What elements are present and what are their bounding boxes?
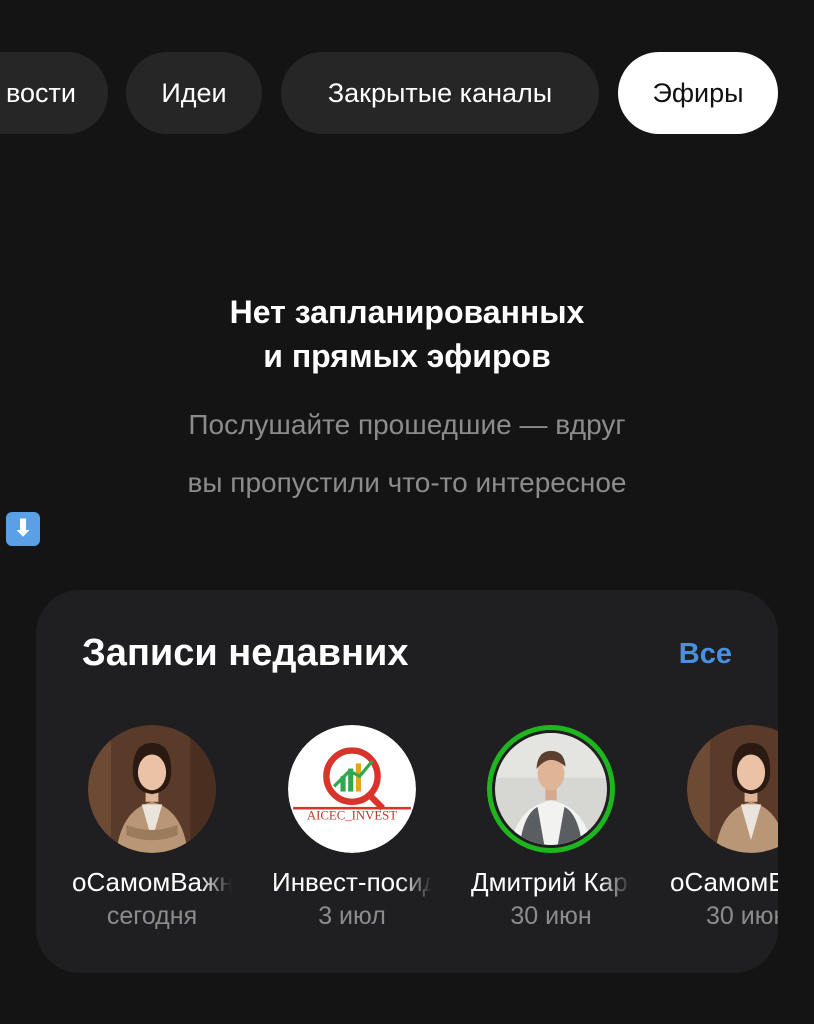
down-arrow-emoji-icon: ⬇ (6, 512, 40, 546)
see-all-link[interactable]: Все (679, 638, 732, 671)
avatar (88, 725, 216, 853)
recording-item[interactable]: оСамомВажном 30 июн (661, 725, 778, 931)
empty-title-line1: Нет запланированных (229, 294, 585, 330)
recording-date: 30 июн (510, 902, 592, 930)
recording-name: Инвест-посиделки (272, 867, 432, 897)
woman-portrait-icon (687, 725, 778, 853)
recording-date: 30 июн (706, 902, 778, 930)
avatar (687, 725, 778, 853)
tab-ideas[interactable]: Идеи (126, 52, 262, 134)
recording-name: оСамомВажном (670, 867, 778, 897)
man-portrait-icon (495, 733, 607, 845)
empty-title-line2: и прямых эфиров (263, 338, 551, 374)
tab-closed-channels-label: Закрытые каналы (327, 77, 553, 108)
tab-streams-label: Эфиры (652, 77, 744, 108)
recent-recordings-card: Записи недавних Все оСамомВажном сегодня (36, 590, 778, 973)
empty-subtitle-line1: Послушайте прошедшие — вдруг (188, 409, 626, 440)
tab-news-label: вости (5, 77, 76, 108)
recording-name: Дмитрий Карпов (471, 867, 631, 897)
invest-logo-text: AICEC_INVEST (307, 809, 397, 823)
recording-date: сегодня (106, 902, 198, 930)
empty-state-subtitle: Послушайте прошедшие — вдруг вы пропусти… (0, 396, 814, 546)
page: вости Идеи Закрытые каналы Эфиры Нет зап… (0, 0, 814, 1024)
recording-date: 3 июл (318, 902, 386, 930)
recording-item[interactable]: Дмитрий Карпов 30 июн (461, 725, 641, 931)
tab-closed-channels[interactable]: Закрытые каналы (281, 52, 599, 134)
avatar: AICEC_INVEST (288, 725, 416, 853)
recording-name: оСамомВажном (72, 867, 232, 897)
empty-subtitle-line2: вы пропустили что-то интересное (187, 467, 627, 498)
recording-item[interactable]: AICEC_INVEST Инвест-посиделки 3 июл (262, 725, 442, 931)
tab-ideas-label: Идеи (161, 77, 227, 108)
tabs-bar: вости Идеи Закрытые каналы Эфиры (0, 52, 814, 134)
recordings-title: Записи недавних (82, 632, 409, 674)
tab-news[interactable]: вости (0, 52, 108, 134)
invest-logo-icon: AICEC_INVEST (288, 725, 416, 853)
empty-subtitle-line2-wrap: вы пропустили что-то интересное ⬇ (0, 454, 814, 546)
recording-item[interactable]: оСамомВажном сегодня (62, 725, 242, 931)
avatar-live (487, 725, 615, 853)
woman-portrait-icon (88, 725, 216, 853)
tab-streams[interactable]: Эфиры (618, 52, 778, 134)
empty-state-title: Нет запланированных и прямых эфиров (0, 290, 814, 378)
